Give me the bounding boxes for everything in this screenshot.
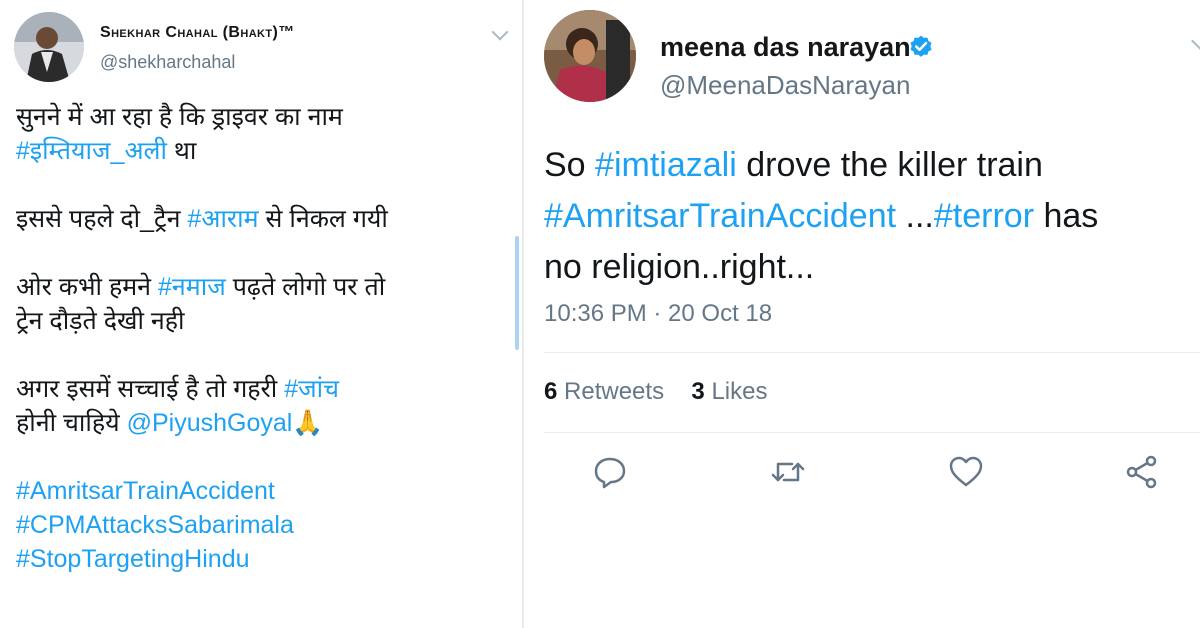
hashtag-link[interactable]: #जांच <box>284 375 339 403</box>
folded-hands-emoji: 🙏 <box>292 409 324 437</box>
like-icon[interactable] <box>946 452 986 492</box>
text-line: ओर कभी हमने #नमाज पढ़ते लोगो पर तो <box>16 270 511 304</box>
chevron-down-icon[interactable] <box>491 23 509 41</box>
likes-count[interactable]: 3 <box>691 378 704 405</box>
display-name[interactable]: Shekhar Chahal (Bhakt)™ <box>100 24 295 42</box>
separator <box>544 352 1200 353</box>
hashtag-link[interactable]: #AmritsarTrainAccident <box>16 474 511 508</box>
tweet-text: So #imtiazali drove the killer train #Am… <box>544 140 1200 293</box>
text-fragment: drove the killer train <box>736 146 1043 184</box>
right-tweet-panel: meena das narayan @MeenaDasNarayan So #i… <box>524 0 1200 628</box>
share-icon[interactable] <box>1122 452 1162 492</box>
text-line: no religion..right... <box>544 248 815 286</box>
text-fragment: ... <box>896 197 934 235</box>
text-fragment: होनी चाहिये <box>16 409 127 437</box>
text-line: सुनने में आ रहा है कि ड्राइवर का नाम <box>16 103 343 131</box>
hashtag-link[interactable]: #terror <box>934 197 1034 235</box>
text-line: So #imtiazali drove the killer train <box>544 140 1200 191</box>
hashtag-link[interactable]: #CPMAttacksSabarimala <box>16 508 511 542</box>
timestamp[interactable]: 10:36 PM · 20 Oct 18 <box>544 300 772 328</box>
avatar[interactable] <box>14 12 84 82</box>
hashtag-link[interactable]: #imtiazali <box>595 146 737 184</box>
text-fragment: से निकल गयी <box>258 205 388 233</box>
text-line: ट्रेन दौड़ते देखी नही <box>16 307 185 335</box>
reply-icon[interactable] <box>590 452 630 492</box>
hashtag-link[interactable]: #आराम <box>187 205 258 233</box>
text-line: अगर इसमें सच्चाई है तो गहरी #जांच <box>16 372 511 406</box>
hashtag-link[interactable]: #StopTargetingHindu <box>16 542 511 576</box>
thread-indicator <box>515 236 519 350</box>
text-fragment: पढ़ते लोगो पर तो <box>225 273 386 301</box>
retweet-icon[interactable] <box>768 452 808 492</box>
retweets-count[interactable]: 6 <box>544 378 557 405</box>
avatar[interactable] <box>544 10 636 102</box>
user-handle[interactable]: @shekharchahal <box>100 52 235 73</box>
text-fragment: So <box>544 146 596 184</box>
text-line: होनी चाहिये @PiyushGoyal🙏 <box>16 406 511 440</box>
engagement-stats: 6 Retweets 3 Likes <box>544 378 767 406</box>
text-fragment: ओर कभी हमने <box>16 273 158 301</box>
user-handle[interactable]: @MeenaDasNarayan <box>660 70 910 101</box>
left-tweet-panel: Shekhar Chahal (Bhakt)™ @shekharchahal स… <box>0 0 522 628</box>
text-line: इससे पहले दो_ट्रैन #आराम से निकल गयी <box>16 202 511 236</box>
likes-label[interactable]: Likes <box>711 378 767 405</box>
hashtag-link[interactable]: #इम्तियाज_अली <box>16 137 167 165</box>
text-line: #इम्तियाज_अली था <box>16 134 511 168</box>
text-fragment: इससे पहले दो_ट्रैन <box>16 205 188 233</box>
text-fragment: था <box>166 137 197 165</box>
text-fragment: अगर इसमें सच्चाई है तो गहरी <box>16 375 285 403</box>
text-line: #AmritsarTrainAccident ...#terror has <box>544 191 1200 242</box>
separator <box>544 432 1200 433</box>
verified-icon <box>910 35 932 57</box>
tweet-text: सुनने में आ रहा है कि ड्राइवर का नाम #इम… <box>16 100 511 576</box>
mention-link[interactable]: @PiyushGoyal <box>127 409 293 437</box>
chevron-down-icon[interactable] <box>1191 31 1200 51</box>
hashtag-link[interactable]: #नमाज <box>158 273 226 301</box>
hashtag-link[interactable]: #AmritsarTrainAccident <box>544 197 896 235</box>
retweets-label[interactable]: Retweets <box>564 378 664 405</box>
display-name[interactable]: meena das narayan <box>660 32 911 63</box>
text-fragment: has <box>1034 197 1099 235</box>
